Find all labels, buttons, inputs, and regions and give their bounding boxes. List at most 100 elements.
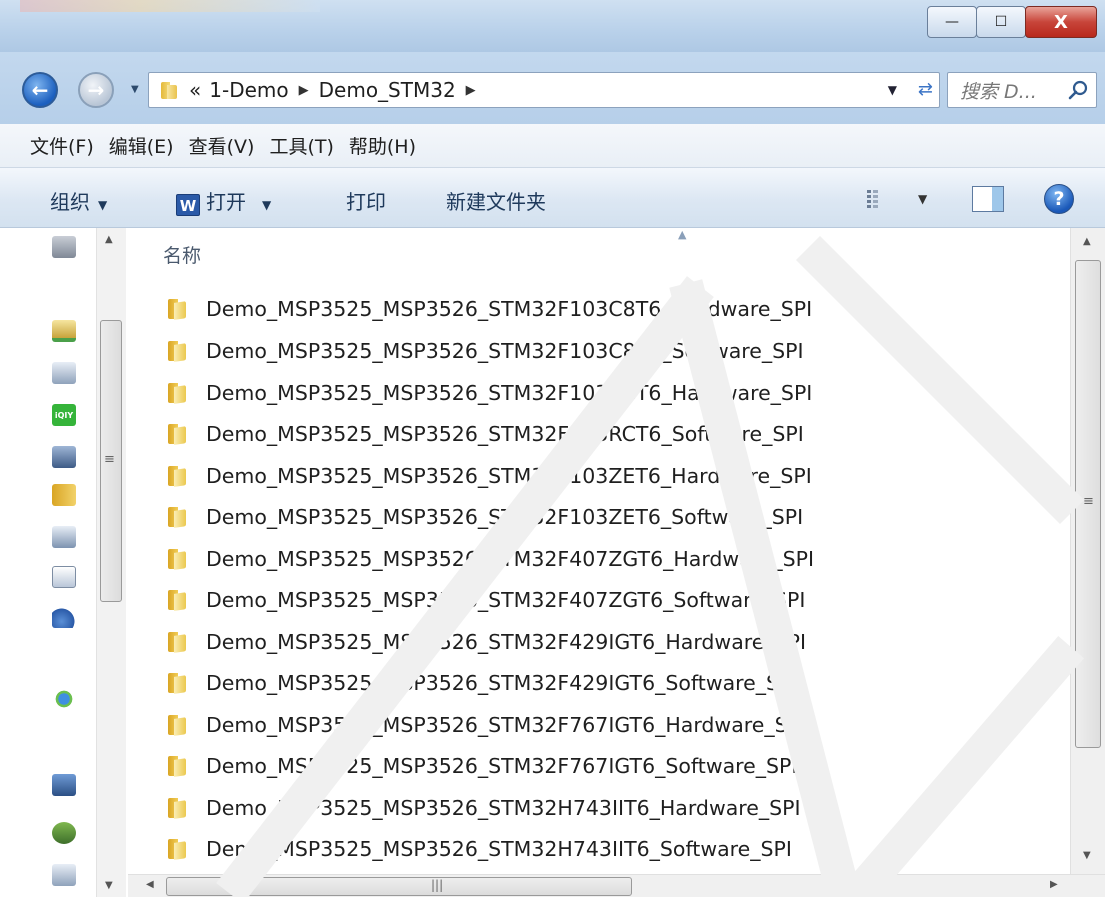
maximize-button[interactable]: ☐ (976, 6, 1026, 38)
network-icon[interactable] (52, 822, 76, 844)
iqiyi-icon[interactable]: iQIY (52, 404, 76, 426)
forward-button[interactable]: → (78, 72, 114, 108)
chevron-down-icon[interactable]: ▼ (918, 192, 927, 206)
music-icon[interactable] (52, 606, 76, 628)
file-name: Demo_MSP3525_MSP3526_STM32H743IIT6_Softw… (206, 837, 792, 861)
menu-view[interactable]: 查看(V) (189, 132, 255, 159)
file-name: Demo_MSP3525_MSP3526_STM32F103RCT6_Softw… (206, 422, 804, 446)
address-bar[interactable]: « 1-Demo ▶ Demo_STM32 ▶ ▼ ⇄ (148, 72, 940, 108)
list-item[interactable]: Demo_MSP3525_MSP3526_STM32F407ZGT6_Softw… (168, 585, 805, 615)
breadcrumb-separator-icon[interactable]: ▶ (299, 83, 309, 98)
list-item[interactable]: Demo_MSP3525_MSP3526_STM32F103RCT6_Hardw… (168, 378, 812, 408)
nav-scrollbar[interactable]: ▲ ▼ (96, 228, 126, 897)
scroll-left-icon[interactable]: ◀ (146, 879, 154, 890)
refresh-icon[interactable]: ⇄ (918, 79, 933, 100)
scroll-down-icon[interactable]: ▼ (1083, 850, 1091, 861)
address-row: ← → ▼ « 1-Demo ▶ Demo_STM32 ▶ ▼ ⇄ 搜索 D..… (0, 52, 1105, 124)
folder-icon (161, 81, 181, 99)
drive-icon[interactable] (52, 362, 76, 384)
menu-help[interactable]: 帮助(H) (349, 132, 416, 159)
scroll-grip-icon: ≡ (1083, 494, 1094, 509)
file-name: Demo_MSP3525_MSP3526_STM32F407ZGT6_Hardw… (206, 547, 815, 571)
column-header-name[interactable]: 名称 (163, 241, 201, 268)
folder-icon (168, 631, 190, 653)
new-folder-button[interactable]: 新建文件夹 (446, 186, 546, 215)
list-item[interactable]: Demo_MSP3525_MSP3526_STM32F407ZGT6_Hardw… (168, 544, 814, 574)
folder-icon (168, 672, 190, 694)
preview-pane-icon[interactable] (972, 186, 1004, 212)
app-icon[interactable] (52, 446, 76, 468)
minimize-button[interactable]: — (927, 6, 977, 38)
view-options-icon[interactable] (867, 190, 889, 208)
command-bar: 组织 ▼ W 打开 ▼ 打印 新建文件夹 ▼ ? (0, 168, 1105, 228)
print-button[interactable]: 打印 (346, 186, 386, 215)
list-item[interactable]: Demo_MSP3525_MSP3526_STM32F103ZET6_Hardw… (168, 461, 812, 491)
file-list-horizontal-scrollbar[interactable]: ◀ ||| ▶ (128, 874, 1105, 897)
network-drive-icon[interactable] (52, 320, 76, 342)
document-icon[interactable] (52, 566, 76, 588)
drive-icon[interactable] (52, 864, 76, 886)
scroll-grip-icon: ||| (431, 878, 444, 892)
list-item[interactable]: Demo_MSP3525_MSP3526_STM32F767IGT6_Hardw… (168, 710, 806, 740)
breadcrumb-overflow[interactable]: « (189, 78, 201, 102)
list-item[interactable]: Demo_MSP3525_MSP3526_STM32F103RCT6_Softw… (168, 419, 804, 449)
title-bar: — ☐ X (0, 0, 1105, 52)
folder-icon (168, 838, 190, 860)
scroll-up-icon[interactable]: ▲ (1083, 236, 1091, 247)
word-icon: W (176, 194, 200, 216)
list-item[interactable]: Demo_MSP3525_MSP3526_STM32F767IGT6_Softw… (168, 751, 797, 781)
list-item[interactable]: Demo_MSP3525_MSP3526_STM32F103C8T6_Softw… (168, 336, 804, 366)
title-bar-blur (20, 0, 320, 12)
folder-icon (168, 382, 190, 404)
list-item[interactable]: Demo_MSP3525_MSP3526_STM32H743IIT6_Softw… (168, 834, 792, 864)
chevron-down-icon[interactable]: ▼ (262, 198, 271, 212)
search-placeholder: 搜索 D... (960, 80, 1037, 103)
folder-icon (168, 423, 190, 445)
horizontal-scrollbar-thumb[interactable]: ||| (166, 877, 632, 896)
recent-pages-dropdown[interactable]: ▼ (131, 84, 139, 95)
scroll-grip-icon: ≡ (104, 452, 115, 467)
menu-file[interactable]: 文件(F) (30, 132, 94, 159)
list-item[interactable]: Demo_MSP3525_MSP3526_STM32F429IGT6_Hardw… (168, 627, 806, 657)
window-controls: — ☐ X (927, 6, 1097, 38)
folder-icon (168, 506, 190, 528)
drive-icon[interactable] (52, 526, 76, 548)
computer-icon[interactable] (52, 774, 76, 796)
organize-button[interactable]: 组织 ▼ (50, 186, 107, 215)
close-button[interactable]: X (1025, 6, 1097, 38)
homegroup-icon[interactable] (52, 688, 76, 710)
open-button[interactable]: W 打开 ▼ (176, 186, 271, 216)
folder-icon (168, 755, 190, 777)
address-dropdown-icon[interactable]: ▼ (888, 83, 897, 97)
help-icon[interactable]: ? (1044, 184, 1074, 214)
list-item[interactable]: Demo_MSP3525_MSP3526_STM32F103ZET6_Softw… (168, 502, 803, 532)
folder-icon (168, 548, 190, 570)
folder-icon[interactable] (52, 484, 76, 506)
menu-tools[interactable]: 工具(T) (269, 132, 333, 159)
file-list-vertical-scrollbar[interactable]: ▲ ≡ ▼ (1070, 228, 1105, 874)
breadcrumb-demo-stm32[interactable]: Demo_STM32 (319, 78, 456, 102)
file-name: Demo_MSP3525_MSP3526_STM32F767IGT6_Hardw… (206, 713, 807, 737)
list-item[interactable]: Demo_MSP3525_MSP3526_STM32F103C8T6_Hardw… (168, 294, 812, 324)
folder-icon (168, 589, 190, 611)
scroll-right-icon[interactable]: ▶ (1050, 879, 1058, 890)
computer-icon[interactable] (52, 236, 76, 258)
search-icon[interactable] (1068, 80, 1088, 100)
search-input[interactable]: 搜索 D... (947, 72, 1097, 108)
breadcrumb-separator-icon[interactable]: ▶ (466, 83, 476, 98)
back-button[interactable]: ← (22, 72, 58, 108)
sort-ascending-icon: ▲ (678, 228, 687, 241)
folder-icon (168, 797, 190, 819)
file-name: Demo_MSP3525_MSP3526_STM32F103ZET6_Softw… (206, 505, 804, 529)
scroll-up-icon[interactable]: ▲ (105, 234, 113, 245)
file-name: Demo_MSP3525_MSP3526_STM32F407ZGT6_Softw… (206, 588, 806, 612)
menu-edit[interactable]: 编辑(E) (109, 132, 174, 159)
chevron-down-icon: ▼ (98, 198, 108, 212)
list-item[interactable]: Demo_MSP3525_MSP3526_STM32H743IIT6_Hardw… (168, 793, 801, 823)
folder-icon (168, 714, 190, 736)
list-item[interactable]: Demo_MSP3525_MSP3526_STM32F429IGT6_Softw… (168, 668, 797, 698)
navigation-pane: iQIY ▲ ▼ ≡ (0, 228, 128, 897)
breadcrumb-1-demo[interactable]: 1-Demo (209, 78, 288, 102)
file-list: ▲ 名称 Demo_MSP3525_MSP3526_STM32F103C8T6_… (128, 228, 1070, 874)
scroll-down-icon[interactable]: ▼ (105, 880, 113, 891)
